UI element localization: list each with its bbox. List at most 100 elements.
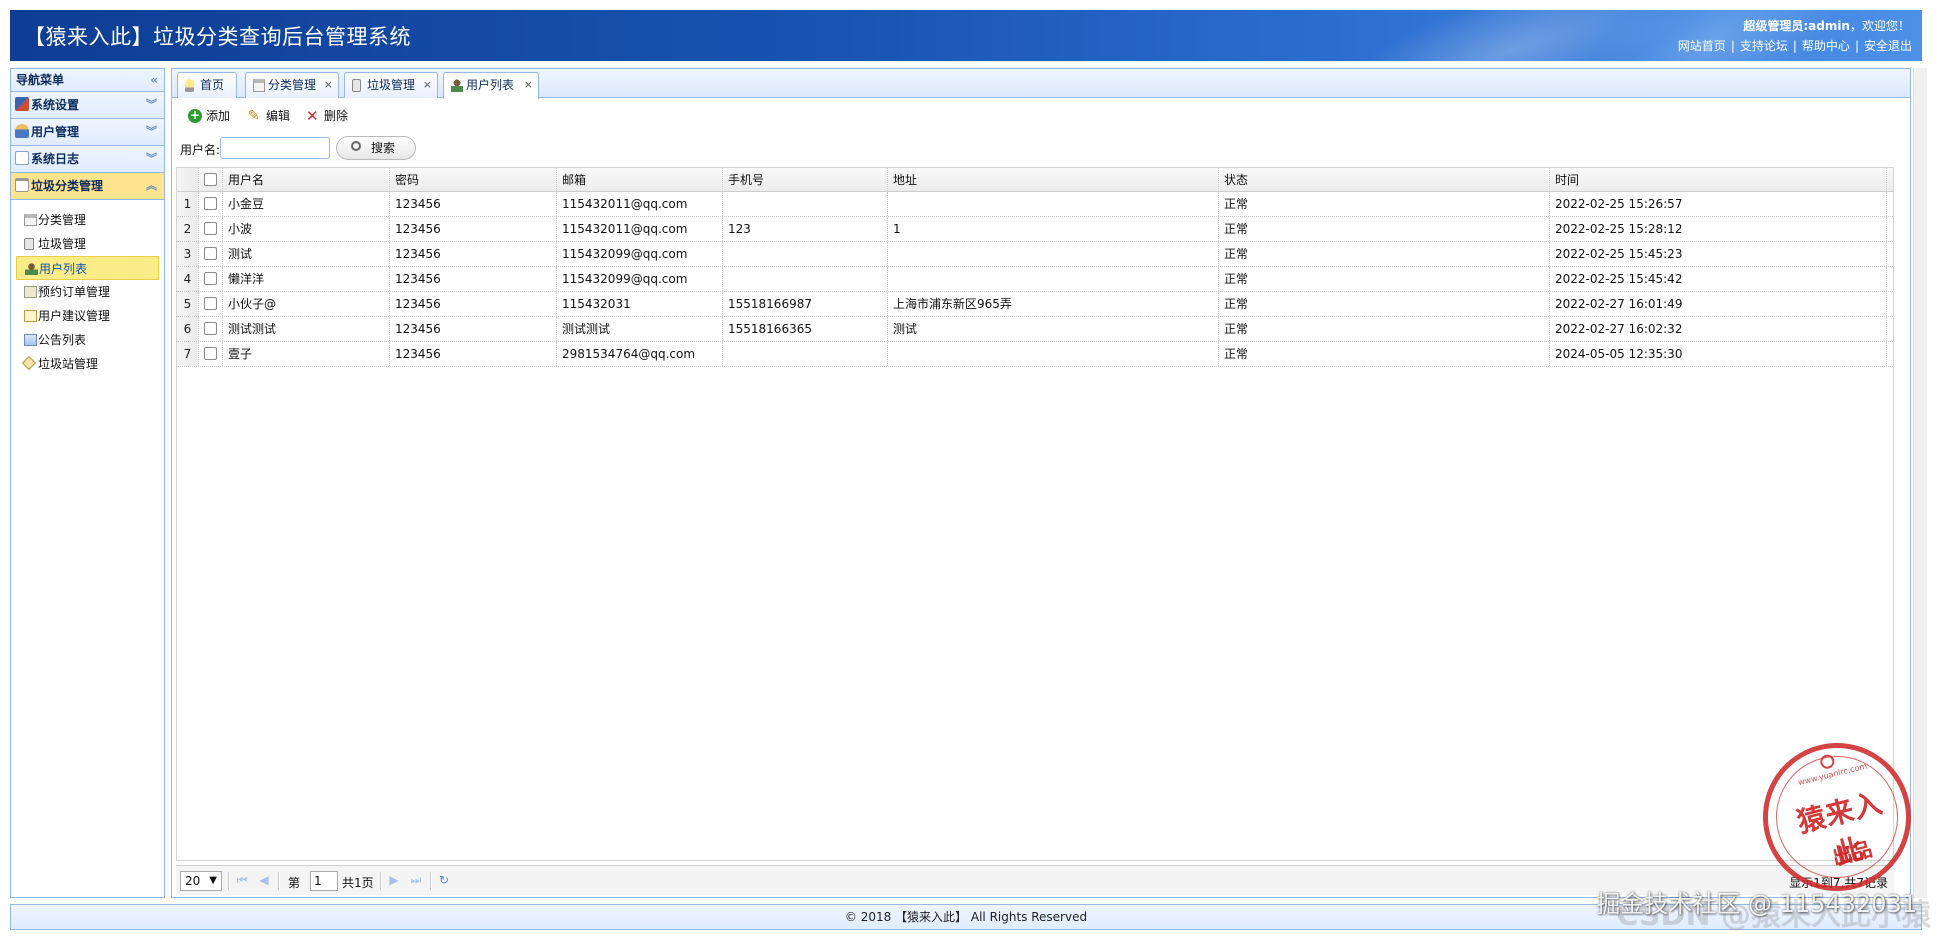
- column-header-phone[interactable]: 手机号: [723, 168, 888, 191]
- app-title: 【猿来入此】垃圾分类查询后台管理系统: [24, 25, 411, 49]
- close-icon[interactable]: ×: [524, 73, 533, 97]
- page-prefix: 第: [288, 876, 301, 890]
- tab-label: 垃圾管理: [367, 78, 416, 92]
- chevron-up-icon: ︽: [146, 179, 157, 192]
- search-button-label: 搜索: [371, 141, 396, 155]
- main-panel: 首页 分类管理 × 垃圾管理 × 用户列表 × + 添加 ✎ 编辑 ✕ 删除 用…: [171, 68, 1911, 898]
- row-checkbox[interactable]: [204, 272, 217, 285]
- row-checkbox[interactable]: [204, 297, 217, 310]
- table-row[interactable]: 1 小金豆 123456 115432011@qq.com 正常 2022-02-25 1…: [177, 192, 1893, 217]
- sidebar-item-label: 预约订单管理: [38, 285, 111, 299]
- lightbulb-icon: [185, 79, 194, 92]
- sidebar-item-category-management[interactable]: 分类管理: [16, 208, 159, 232]
- close-icon[interactable]: ×: [324, 73, 333, 97]
- row-number: 2: [177, 217, 199, 241]
- edit-button[interactable]: ✎ 编辑: [246, 105, 298, 127]
- cell-time: 2022-02-27 16:01:49: [1550, 292, 1887, 316]
- link-site-home[interactable]: 网站首页: [1678, 39, 1726, 53]
- chevron-down-icon: ︾: [146, 98, 157, 111]
- search-button[interactable]: 搜索: [336, 136, 416, 160]
- cell-email: 115432099@qq.com: [557, 267, 723, 291]
- sidebar-item-garbage-management[interactable]: 垃圾管理: [16, 232, 159, 256]
- table-row[interactable]: 4 懒洋洋 123456 115432099@qq.com 正常 2022-02-25 1…: [177, 267, 1893, 292]
- row-checkbox-cell: [199, 242, 223, 266]
- pager-separator: [278, 872, 280, 890]
- collapse-icon[interactable]: «: [150, 69, 158, 91]
- row-checkbox[interactable]: [204, 247, 217, 260]
- close-icon[interactable]: ×: [423, 73, 432, 97]
- nav-group-system-log[interactable]: 系统日志 ︾: [11, 146, 164, 173]
- row-checkbox[interactable]: [204, 222, 217, 235]
- column-header-address[interactable]: 地址: [888, 168, 1219, 191]
- cell-status: 正常: [1219, 317, 1550, 341]
- first-page-icon[interactable]: ⏮: [234, 872, 250, 888]
- user-icon: [451, 79, 463, 92]
- tab-home[interactable]: 首页: [177, 72, 237, 98]
- column-header-status[interactable]: 状态: [1219, 168, 1550, 191]
- page-scrollbar[interactable]: [1913, 68, 1927, 898]
- select-all-checkbox[interactable]: [204, 173, 217, 186]
- welcome-suffix: ，欢迎您！: [1849, 19, 1910, 33]
- refresh-icon[interactable]: ↻: [436, 872, 452, 888]
- username-search-input[interactable]: [220, 137, 330, 159]
- cell-phone: 123: [723, 217, 888, 241]
- delete-label: 删除: [324, 109, 349, 123]
- table-row[interactable]: 2 小波 123456 115432011@qq.com 123 1 正常 2022-02-2…: [177, 217, 1893, 242]
- table-row[interactable]: 6 测试测试 123456 测试测试 15518166365 测试 正常 2022-02-27…: [177, 317, 1893, 342]
- top-links: 网站首页 | 支持论坛 | 帮助中心 | 安全退出: [1678, 37, 1912, 54]
- link-help-center[interactable]: 帮助中心: [1802, 39, 1850, 53]
- nav-group-label: 系统日志: [31, 152, 80, 166]
- row-checkbox-cell: [199, 317, 223, 341]
- row-checkbox-cell: [199, 217, 223, 241]
- sidebar-item-station-management[interactable]: 垃圾站管理: [16, 352, 159, 376]
- nav-group-label: 系统设置: [31, 98, 80, 112]
- next-page-icon[interactable]: ▶: [386, 872, 402, 888]
- cell-phone: [723, 192, 888, 216]
- delete-button[interactable]: ✕ 删除: [304, 105, 356, 127]
- users-icon: [15, 124, 29, 138]
- sidebar-item-user-list[interactable]: 用户列表: [16, 256, 159, 280]
- trash-icon: [15, 178, 29, 192]
- tab-category-management[interactable]: 分类管理 ×: [245, 72, 339, 98]
- nav-group-system-settings[interactable]: 系统设置 ︾: [11, 92, 164, 119]
- column-header-time[interactable]: 时间: [1550, 168, 1887, 191]
- link-separator: |: [1730, 39, 1735, 53]
- nav-group-garbage-classification[interactable]: 垃圾分类管理 ︽: [11, 173, 164, 200]
- sidebar-item-notice-list[interactable]: 公告列表: [16, 328, 159, 352]
- sidebar-item-suggestion-management[interactable]: 用户建议管理: [16, 304, 159, 328]
- row-checkbox[interactable]: [204, 347, 217, 360]
- sidebar-item-order-management[interactable]: 预约订单管理: [16, 280, 159, 304]
- nav-group-user-management[interactable]: 用户管理 ︾: [11, 119, 164, 146]
- cell-email: 115432011@qq.com: [557, 217, 723, 241]
- link-logout[interactable]: 安全退出: [1864, 39, 1912, 53]
- row-checkbox[interactable]: [204, 197, 217, 210]
- last-page-icon[interactable]: ⏭: [408, 872, 424, 888]
- row-checkbox[interactable]: [204, 322, 217, 335]
- page-number-input[interactable]: 1: [310, 871, 338, 891]
- column-header-username[interactable]: 用户名: [223, 168, 390, 191]
- cell-email: 115432031: [557, 292, 723, 316]
- user-icon: [25, 263, 38, 275]
- tab-user-list[interactable]: 用户列表 ×: [443, 72, 539, 99]
- page-number-value: 1: [314, 874, 322, 888]
- building-icon: [24, 214, 37, 226]
- tab-garbage-management[interactable]: 垃圾管理 ×: [344, 72, 438, 98]
- link-support-forum[interactable]: 支持论坛: [1740, 39, 1788, 53]
- column-header-password[interactable]: 密码: [390, 168, 557, 191]
- search-icon: [351, 141, 361, 151]
- table-row[interactable]: 7 壹子 123456 2981534764@qq.com 正常 2024-05-05 1…: [177, 342, 1893, 367]
- table-body: 1 小金豆 123456 115432011@qq.com 正常 2022-02-25 1…: [177, 192, 1893, 367]
- prev-page-icon[interactable]: ◀: [256, 872, 272, 888]
- page-size-select[interactable]: 20 ▼: [180, 871, 222, 891]
- row-number: 6: [177, 317, 199, 341]
- table-row[interactable]: 3 测试 123456 115432099@qq.com 正常 2022-02-25 15…: [177, 242, 1893, 267]
- pager-separator: [228, 872, 230, 890]
- table-row[interactable]: 5 小伙子@ 123456 115432031 15518166987 上海市浦东新区96…: [177, 292, 1893, 317]
- cell-password: 123456: [390, 317, 557, 341]
- page-size-value: 20: [185, 874, 201, 888]
- column-header-email[interactable]: 邮箱: [557, 168, 723, 191]
- cell-address: [888, 342, 1219, 366]
- cell-username: 小伙子@: [223, 292, 390, 316]
- add-button[interactable]: + 添加: [186, 105, 238, 127]
- cell-address: 测试: [888, 317, 1219, 341]
